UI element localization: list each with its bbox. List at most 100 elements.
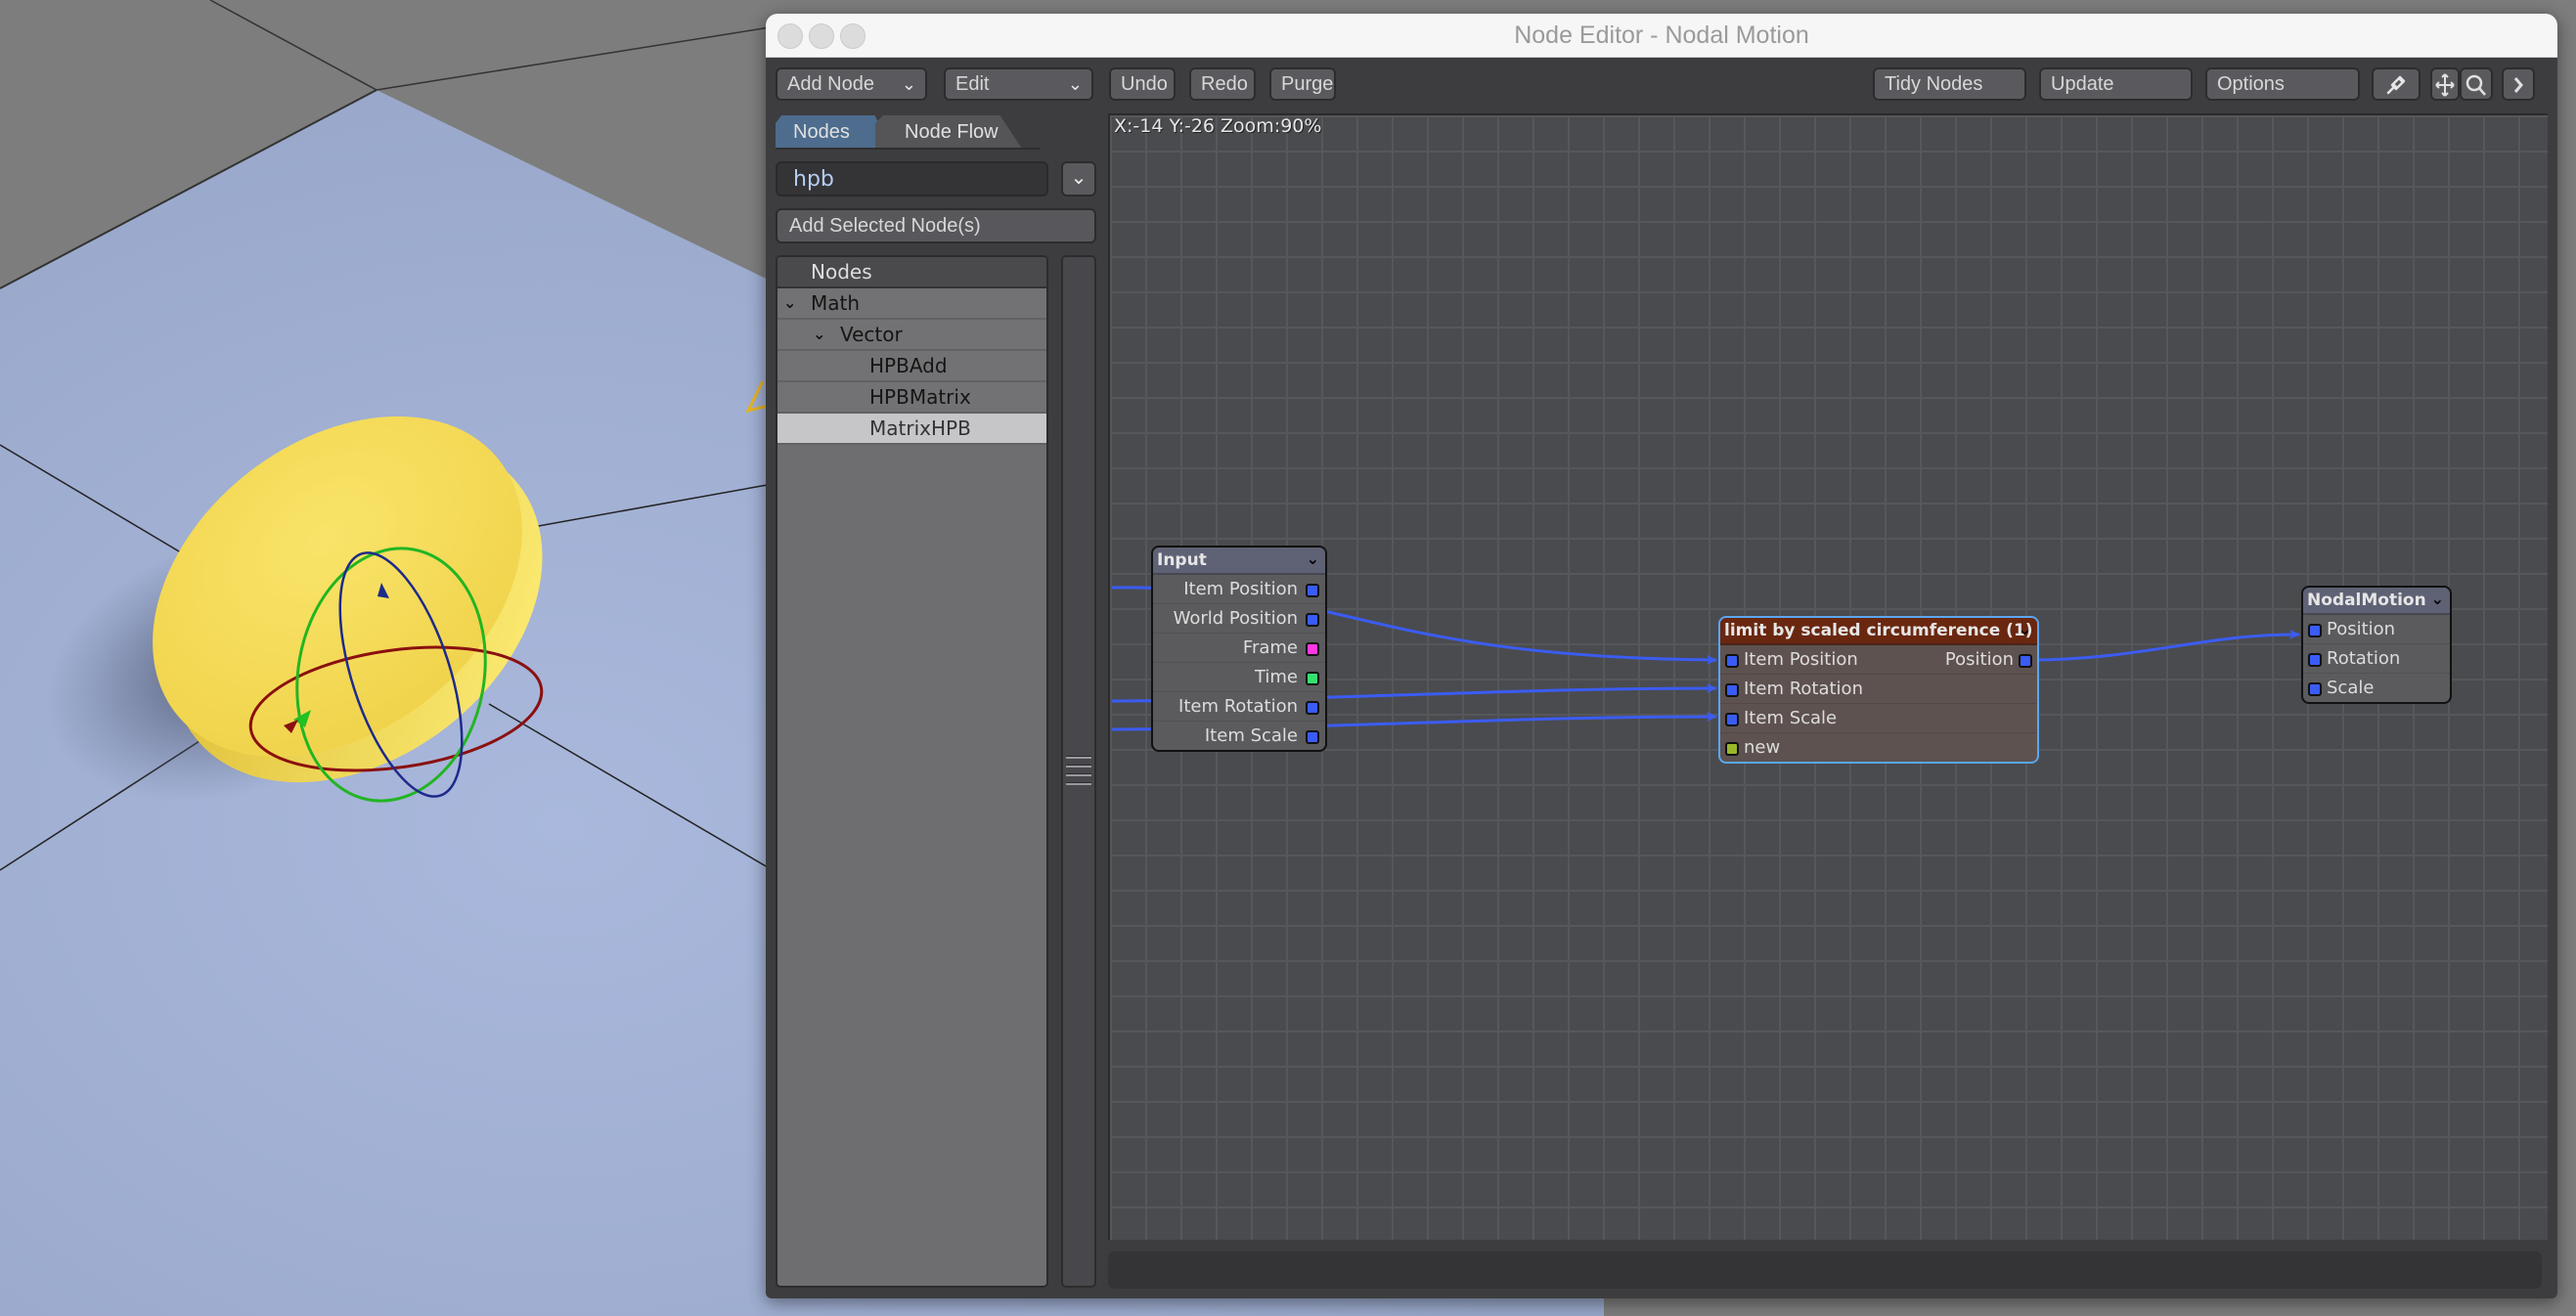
- port-connector[interactable]: [1725, 742, 1739, 756]
- port-label: World Position: [1173, 608, 1298, 629]
- port-connector[interactable]: [2308, 653, 2322, 667]
- chevron-down-icon: ⌄: [1067, 74, 1083, 94]
- input-port-item-rotation[interactable]: Item Rotation: [1720, 675, 2037, 704]
- tab-nodes[interactable]: Nodes: [776, 115, 891, 149]
- title-bar[interactable]: Node Editor - Nodal Motion: [766, 14, 2557, 58]
- input-port-item-scale[interactable]: Item Scale: [1720, 704, 2037, 733]
- input-port-item-position[interactable]: Item Position Position: [1720, 645, 2037, 675]
- chevron-down-icon: ⌄: [901, 74, 916, 94]
- chevron-down-icon: ⌄: [1070, 167, 1088, 189]
- chevron-down-icon[interactable]: ⌄: [2019, 618, 2031, 642]
- port-connector[interactable]: [1306, 672, 1319, 685]
- add-selected-nodes-button[interactable]: Add Selected Node(s): [776, 208, 1096, 243]
- tree-column-header: Nodes: [777, 257, 1046, 288]
- wire-position-output: [2024, 629, 2300, 662]
- node-search-input[interactable]: [776, 161, 1048, 197]
- input-port-position[interactable]: Position: [2303, 615, 2450, 644]
- port-connector[interactable]: [1725, 683, 1739, 697]
- tree-item-label: HPBMatrix: [869, 385, 971, 409]
- port-label: Item Rotation: [1744, 679, 1863, 699]
- port-label: Item Scale: [1204, 725, 1298, 746]
- node-header[interactable]: NodalMotion ⌄: [2303, 588, 2450, 615]
- node-limit-by-scaled-circumference[interactable]: limit by scaled circumference (1) ⌄ Item…: [1718, 616, 2039, 764]
- port-connector[interactable]: [2308, 624, 2322, 637]
- undo-button[interactable]: Undo: [1109, 67, 1176, 101]
- chevron-right-icon: [2513, 77, 2523, 93]
- window-title: Node Editor - Nodal Motion: [1514, 22, 1809, 49]
- input-port-new[interactable]: new: [1720, 733, 2037, 762]
- port-connector[interactable]: [2019, 654, 2032, 668]
- output-port-world-position[interactable]: World Position: [1153, 604, 1325, 634]
- tree-item-math[interactable]: ⌄ Math: [777, 288, 1046, 320]
- chevron-down-icon[interactable]: ⌄: [813, 320, 825, 349]
- purge-button[interactable]: Purge: [1269, 67, 1336, 101]
- panel-splitter[interactable]: [1061, 255, 1096, 1288]
- add-node-menu[interactable]: Add Node ⌄: [776, 67, 927, 101]
- output-port-item-scale[interactable]: Item Scale: [1153, 722, 1325, 750]
- port-connector[interactable]: [1725, 654, 1739, 668]
- options-button[interactable]: Options: [2205, 67, 2360, 101]
- port-connector[interactable]: [1306, 730, 1319, 744]
- pan-button[interactable]: [2430, 67, 2460, 101]
- port-label: Frame: [1242, 637, 1298, 658]
- output-port-time[interactable]: Time: [1153, 663, 1325, 692]
- node-editor-window: Node Editor - Nodal Motion Add Node ⌄ Ed…: [766, 14, 2557, 1298]
- tree-item-label: HPBAdd: [869, 354, 948, 377]
- node-tree[interactable]: Nodes ⌄ Math ⌄ Vector HPBAdd HPBMatrix M…: [776, 255, 1048, 1288]
- output-port-item-rotation[interactable]: Item Rotation: [1153, 692, 1325, 722]
- port-connector[interactable]: [2308, 682, 2322, 696]
- tidy-nodes-button[interactable]: Tidy Nodes: [1873, 67, 2026, 101]
- tree-item-label: MatrixHPB: [869, 417, 971, 440]
- port-connector[interactable]: [1725, 713, 1739, 726]
- grip-handle-icon[interactable]: [1066, 756, 1091, 785]
- tree-item-vector[interactable]: ⌄ Vector: [777, 320, 1046, 351]
- tree-item-hpbadd[interactable]: HPBAdd: [777, 351, 1046, 382]
- add-node-label: Add Node: [787, 73, 874, 95]
- input-port-scale[interactable]: Scale: [2303, 674, 2450, 702]
- edit-label: Edit: [955, 73, 990, 95]
- tree-item-label: Math: [811, 291, 861, 315]
- update-button[interactable]: Update: [2039, 67, 2193, 101]
- search-history-dropdown[interactable]: ⌄: [1061, 161, 1096, 197]
- chevron-down-icon[interactable]: ⌄: [1307, 548, 1319, 572]
- port-label: Scale: [2327, 678, 2375, 698]
- tree-item-hpbmatrix[interactable]: HPBMatrix: [777, 382, 1046, 414]
- input-port-rotation[interactable]: Rotation: [2303, 644, 2450, 674]
- port-label: Rotation: [2327, 648, 2401, 669]
- port-label: Item Scale: [1744, 708, 1838, 728]
- node-canvas[interactable]: X:-14 Y:-26 Zoom:90% Input ⌄ Item Positi…: [1108, 113, 2548, 1240]
- pin-button[interactable]: [2372, 67, 2421, 101]
- expand-panel-button[interactable]: [2502, 67, 2535, 101]
- zoom-view-button[interactable]: [2460, 67, 2493, 101]
- chevron-down-icon[interactable]: ⌄: [783, 288, 796, 318]
- port-label: Position: [1944, 649, 2014, 670]
- chevron-down-icon[interactable]: ⌄: [2431, 588, 2444, 612]
- pin-icon: [2386, 75, 2406, 95]
- tab-node-flow[interactable]: Node Flow: [875, 115, 1022, 149]
- port-label: Item Position: [1744, 649, 1858, 670]
- output-port-position[interactable]: Position: [1945, 645, 2014, 674]
- port-connector[interactable]: [1306, 701, 1319, 715]
- port-label: new: [1744, 737, 1781, 758]
- node-input[interactable]: Input ⌄ Item Position World Position Fra…: [1151, 546, 1327, 752]
- port-label: Time: [1254, 667, 1298, 687]
- move-icon: [2435, 73, 2455, 97]
- redo-button[interactable]: Redo: [1189, 67, 1256, 101]
- tab-underline: [776, 148, 1040, 150]
- port-label: Position: [2327, 619, 2396, 639]
- port-connector[interactable]: [1306, 613, 1319, 627]
- port-label: Item Rotation: [1178, 696, 1298, 717]
- port-connector[interactable]: [1306, 584, 1319, 597]
- node-title: Input: [1157, 550, 1207, 570]
- node-title: NodalMotion: [2307, 591, 2426, 610]
- port-label: Item Position: [1183, 579, 1298, 599]
- port-connector[interactable]: [1306, 642, 1319, 656]
- tree-item-matrixhpb[interactable]: MatrixHPB: [777, 414, 1046, 445]
- node-header[interactable]: Input ⌄: [1153, 548, 1325, 575]
- tree-item-label: Vector: [840, 323, 903, 346]
- node-header[interactable]: limit by scaled circumference (1) ⌄: [1720, 618, 2037, 645]
- output-port-item-position[interactable]: Item Position: [1153, 575, 1325, 604]
- node-nodal-motion[interactable]: NodalMotion ⌄ Position Rotation Scale: [2301, 586, 2452, 704]
- output-port-frame[interactable]: Frame: [1153, 634, 1325, 663]
- edit-menu[interactable]: Edit ⌄: [944, 67, 1093, 101]
